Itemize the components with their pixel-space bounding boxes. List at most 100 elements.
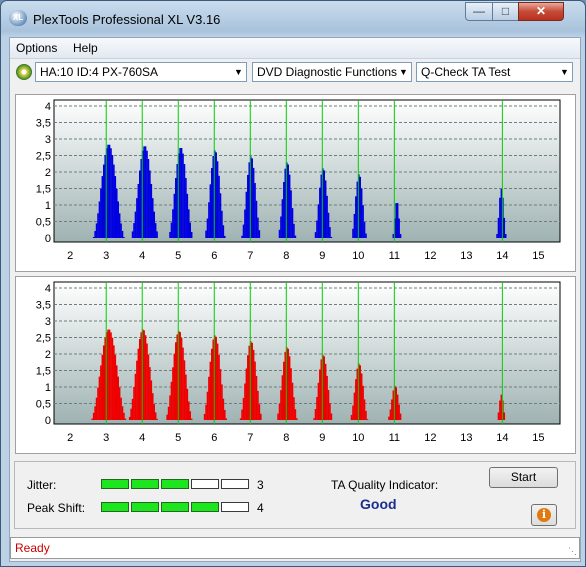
info-button[interactable]: i <box>531 504 557 526</box>
chevron-down-icon: ▼ <box>234 67 243 77</box>
histogram-bar <box>287 164 289 238</box>
histogram-bar <box>294 409 297 420</box>
histogram-bar <box>255 200 258 238</box>
peak-shift-meter-segment <box>221 502 249 512</box>
histogram-bar <box>288 356 291 420</box>
histogram-bar <box>115 188 118 238</box>
histogram-bar <box>211 348 213 420</box>
histogram-bar <box>186 193 189 238</box>
histogram-bar <box>182 153 184 238</box>
histogram-bar <box>499 197 501 238</box>
x-tick-label: 10 <box>352 250 364 262</box>
test-select[interactable]: Q-Check TA Test ▼ <box>416 62 573 82</box>
histogram-bar <box>209 361 212 420</box>
histogram-bar <box>146 343 148 420</box>
histogram-bar <box>324 180 327 238</box>
title-bar[interactable]: XL PlexTools Professional XL V3.16 — □ ✕ <box>1 1 585 35</box>
histogram-bar <box>179 147 181 238</box>
start-button[interactable]: Start <box>489 467 558 488</box>
histogram-bar <box>247 174 249 238</box>
histogram-bar <box>169 395 171 420</box>
histogram-bar <box>133 386 135 420</box>
function-select[interactable]: DVD Diagnostic Functions ▼ <box>252 62 412 82</box>
peak-shift-meter-segment <box>161 502 189 512</box>
chevron-down-icon: ▼ <box>399 67 408 77</box>
histogram-bar <box>329 403 331 420</box>
x-tick-label: 5 <box>175 432 181 444</box>
x-tick-label: 2 <box>67 250 73 262</box>
drive-select[interactable]: HA:10 ID:4 PX-760SA ▼ <box>35 62 247 82</box>
histogram-bar <box>291 208 294 238</box>
histogram-bar <box>278 229 281 238</box>
minimize-button[interactable]: — <box>465 2 493 21</box>
histogram-bar <box>326 195 328 238</box>
histogram-bar <box>362 385 364 420</box>
histogram-bar <box>121 406 124 420</box>
histogram-bar <box>283 181 285 238</box>
histogram-bar <box>260 413 262 420</box>
x-tick-label: 9 <box>319 250 325 262</box>
histogram-bar <box>185 178 187 238</box>
histogram-bar <box>314 232 317 238</box>
histogram-bar <box>254 361 256 420</box>
histogram-bar <box>111 155 114 238</box>
maximize-button[interactable]: □ <box>492 2 519 21</box>
histogram-bar <box>280 390 282 420</box>
histogram-bar <box>94 406 96 420</box>
x-tick-label: 15 <box>532 432 544 444</box>
y-tick-label: 3,5 <box>36 118 51 130</box>
histogram-bar <box>251 158 253 238</box>
jitter-value: 3 <box>257 478 264 492</box>
histogram-bar <box>316 220 318 238</box>
histogram-bar <box>128 416 131 420</box>
y-tick-label: 0,5 <box>36 399 51 411</box>
histogram-bar <box>219 193 222 238</box>
menu-bar: Options Help <box>10 38 580 59</box>
histogram-bar <box>208 376 210 420</box>
histogram-bar <box>175 342 177 420</box>
histogram-bar <box>360 373 363 420</box>
app-window: XL PlexTools Professional XL V3.16 — □ ✕… <box>0 0 586 567</box>
y-tick-label: 0,5 <box>36 217 51 229</box>
histogram-bar <box>251 342 253 420</box>
histogram-bar <box>189 411 192 420</box>
histogram-bar <box>327 389 330 420</box>
histogram-bar <box>293 223 295 238</box>
histogram-bar <box>317 382 320 420</box>
histogram-bar <box>172 367 174 420</box>
histogram-bar <box>293 397 295 420</box>
test-select-value: Q-Check TA Test <box>421 65 511 79</box>
histogram-bar <box>134 211 137 238</box>
app-logo-icon: XL <box>9 10 27 26</box>
histogram-bar <box>183 360 186 420</box>
histogram-bar <box>190 231 193 238</box>
histogram-bar <box>130 408 132 420</box>
histogram-bar <box>278 403 281 420</box>
histogram-bar <box>92 412 95 420</box>
y-tick-label: 0 <box>45 415 51 427</box>
histogram-bar <box>497 412 500 420</box>
histogram-bar <box>113 164 115 238</box>
histogram-bar <box>189 222 192 238</box>
histogram-bar <box>173 353 176 420</box>
x-tick-label: 14 <box>496 250 508 262</box>
histogram-bar <box>221 210 223 238</box>
histogram-bar <box>91 418 94 420</box>
histogram-bar <box>182 347 184 420</box>
histogram-bar <box>290 190 292 238</box>
menu-help[interactable]: Help <box>73 41 98 55</box>
histogram-bar <box>179 332 181 420</box>
histogram-bar <box>186 388 189 420</box>
menu-options[interactable]: Options <box>16 41 57 55</box>
histogram-bar <box>92 236 95 238</box>
histogram-bar <box>117 201 119 238</box>
drive-select-value: HA:10 ID:4 PX-760SA <box>40 65 159 79</box>
histogram-bar <box>153 211 155 238</box>
histogram-bar <box>124 418 127 420</box>
x-tick-label: 3 <box>103 432 109 444</box>
histogram-bar <box>108 144 111 238</box>
close-button[interactable]: ✕ <box>518 2 564 21</box>
histogram-bar <box>366 419 369 420</box>
y-tick-label: 2 <box>45 349 51 361</box>
resize-grip-icon[interactable]: ⋱ <box>568 546 577 557</box>
